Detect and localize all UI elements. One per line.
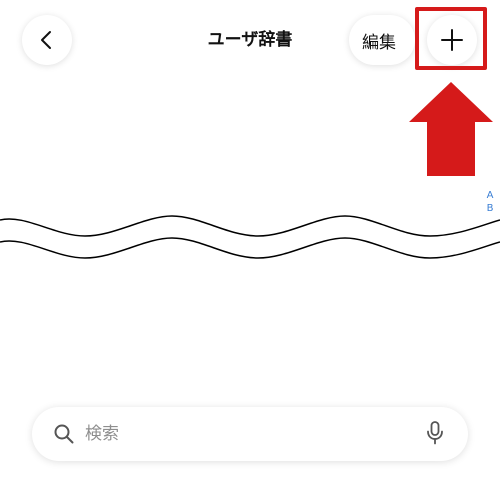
microphone-icon[interactable] <box>426 421 444 445</box>
page-title: ユーザ辞書 <box>207 30 293 50</box>
edit-button-label: 編集 <box>362 32 396 53</box>
back-button[interactable] <box>22 15 72 65</box>
magnifier-icon <box>54 424 74 444</box>
search-bar[interactable]: 検索 <box>32 407 468 461</box>
content-break-divider <box>0 215 500 259</box>
index-letter-a[interactable]: A <box>484 189 496 202</box>
search-input[interactable]: 検索 <box>85 422 119 446</box>
alphabet-index[interactable]: A B <box>484 189 496 215</box>
up-arrow-annotation <box>409 82 493 176</box>
chevron-left-icon <box>41 31 51 49</box>
index-letter-b[interactable]: B <box>484 202 496 215</box>
edit-button[interactable]: 編集 <box>349 15 415 65</box>
highlight-box <box>415 7 487 70</box>
